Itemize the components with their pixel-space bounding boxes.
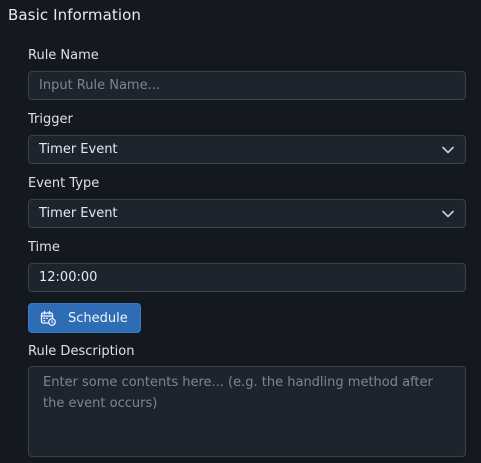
chevron-down-icon (441, 207, 455, 221)
rule-description-textarea[interactable] (28, 366, 466, 457)
time-input[interactable]: 12:00:00 (28, 263, 466, 292)
event-type-selected-value: Timer Event (39, 206, 118, 221)
trigger-selected-value: Timer Event (39, 142, 118, 157)
chevron-down-icon (441, 143, 455, 157)
time-label: Time (28, 240, 60, 255)
trigger-select[interactable]: Timer Event (28, 135, 466, 164)
section-title: Basic Information (8, 6, 142, 24)
time-value: 12:00:00 (39, 270, 98, 285)
trigger-label: Trigger (28, 112, 73, 127)
event-type-select[interactable]: Timer Event (28, 199, 466, 228)
rule-description-label: Rule Description (28, 344, 135, 359)
event-type-label: Event Type (28, 176, 100, 191)
schedule-button-label: Schedule (68, 310, 128, 326)
rule-name-label: Rule Name (28, 48, 99, 63)
schedule-button[interactable]: Schedule (28, 303, 141, 333)
rule-name-input[interactable] (28, 71, 466, 100)
calendar-clock-icon (40, 310, 56, 326)
